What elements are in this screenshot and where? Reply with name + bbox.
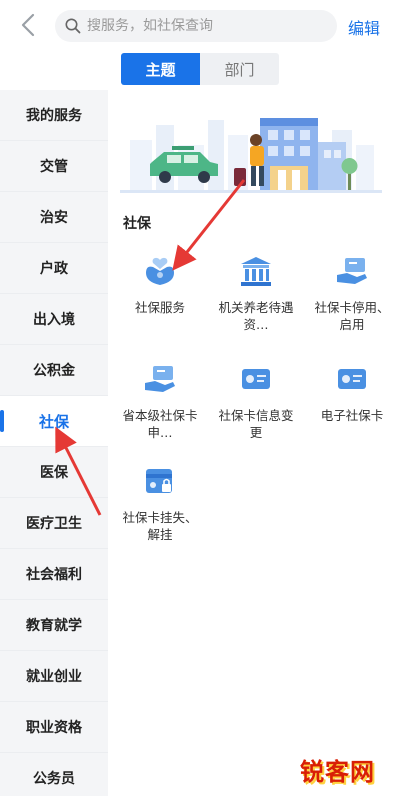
banner-illustration bbox=[120, 118, 382, 193]
service-label: 电子社保卡 bbox=[320, 408, 384, 423]
sidebar-item-my-services[interactable]: 我的服务 bbox=[0, 90, 108, 141]
hand-card-icon bbox=[337, 258, 367, 284]
watermark-logo: 锐客网 bbox=[280, 752, 395, 786]
sidebar-item-employment[interactable]: 就业创业 bbox=[0, 651, 108, 702]
search-input[interactable] bbox=[87, 18, 327, 34]
edit-button[interactable]: 编辑 bbox=[348, 15, 380, 39]
sidebar-item-medical-insurance[interactable]: 医保 bbox=[0, 447, 108, 498]
sidebar-item-social-welfare[interactable]: 社会福利 bbox=[0, 549, 108, 600]
service-label: 社保卡信息变更 bbox=[218, 408, 294, 440]
sidebar-item-immigration[interactable]: 出入境 bbox=[0, 294, 108, 345]
service-label: 社保卡挂失、解挂 bbox=[122, 510, 198, 542]
search-icon bbox=[65, 18, 81, 34]
service-label: 省本级社保卡申… bbox=[122, 408, 198, 440]
sidebar-item-household[interactable]: 户政 bbox=[0, 243, 108, 294]
sidebar-item-healthcare[interactable]: 医疗卫生 bbox=[0, 498, 108, 549]
sidebar-item-public-security[interactable]: 治安 bbox=[0, 192, 108, 243]
social-card-icon bbox=[338, 369, 366, 389]
card-lock-icon bbox=[146, 469, 172, 493]
sidebar-item-education[interactable]: 教育就学 bbox=[0, 600, 108, 651]
service-item[interactable]: 省本级社保卡申… bbox=[112, 363, 208, 463]
service-label: 社保卡停用、启用 bbox=[314, 300, 390, 332]
bank-building-icon bbox=[241, 257, 271, 286]
section-title: 社保 bbox=[123, 216, 151, 232]
service-item[interactable]: 电子社保卡 bbox=[304, 363, 400, 463]
chevron-left-icon bbox=[21, 13, 35, 37]
service-label: 机关养老待遇资… bbox=[218, 300, 294, 332]
service-item[interactable]: 社保卡停用、启用 bbox=[304, 255, 400, 355]
service-item[interactable]: 社保卡信息变更 bbox=[208, 363, 304, 463]
service-label: 社保服务 bbox=[134, 300, 185, 315]
hand-card-icon bbox=[145, 366, 175, 392]
sidebar-item-qualification[interactable]: 职业资格 bbox=[0, 702, 108, 753]
sidebar-item-traffic[interactable]: 交管 bbox=[0, 141, 108, 192]
service-item[interactable]: 社保服务 bbox=[112, 255, 208, 355]
social-card-icon bbox=[242, 369, 270, 389]
sidebar-item-housing-fund[interactable]: 公积金 bbox=[0, 345, 108, 396]
service-item[interactable]: 机关养老待遇资… bbox=[208, 255, 304, 355]
watermark-text: 锐客网 bbox=[300, 757, 375, 786]
sidebar-item-civil-servant[interactable]: 公务员 bbox=[0, 753, 108, 796]
hands-heart-icon bbox=[146, 257, 174, 285]
tab-department[interactable]: 部门 bbox=[200, 53, 279, 85]
tab-theme[interactable]: 主题 bbox=[121, 53, 200, 85]
sidebar-item-social-security[interactable]: 社保 bbox=[0, 396, 108, 447]
category-sidebar: 我的服务 交管 治安 户政 出入境 公积金 社保 医保 医疗卫生 社会福利 教育… bbox=[0, 90, 108, 796]
back-button[interactable] bbox=[16, 12, 40, 38]
service-item[interactable]: 社保卡挂失、解挂 bbox=[112, 465, 208, 565]
top-bar: 编辑 bbox=[0, 0, 400, 50]
search-bar[interactable] bbox=[55, 10, 337, 42]
view-toggle: 主题 部门 bbox=[121, 53, 279, 85]
